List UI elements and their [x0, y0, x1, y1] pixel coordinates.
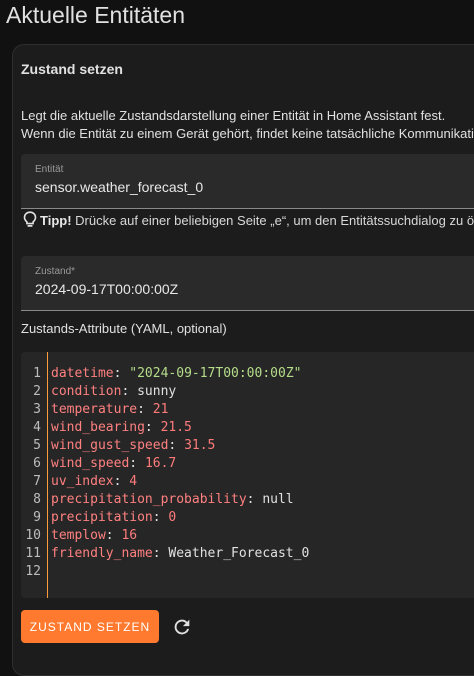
yaml-value: 16	[121, 528, 138, 543]
line-number: 5	[33, 438, 41, 453]
attributes-label: Zustands-Attribute (YAML, optional)	[21, 321, 227, 336]
line-number: 4	[33, 420, 41, 435]
code-line: wind_bearing: 21.5	[51, 420, 192, 435]
code-line: templow: 16	[51, 528, 138, 543]
line-number: 6	[33, 456, 41, 471]
yaml-value: 21	[152, 402, 169, 417]
tip-text: Drücke auf einer beliebigen Seite „e“, u…	[71, 213, 474, 228]
code-line: condition: sunny	[51, 384, 177, 399]
card-title: Zustand setzen	[21, 61, 123, 77]
yaml-key: precipitation	[51, 510, 153, 525]
code-line: wind_speed: 16.7	[51, 456, 177, 471]
line-number: 12	[25, 564, 41, 579]
line-number: 9	[33, 510, 41, 525]
code-line: friendly_name: Weather_Forecast_0	[51, 546, 310, 561]
yaml-editor[interactable]: 1 datetime: "2024-09-17T00:00:00Z" 2 condit…	[21, 352, 474, 598]
description-line-2: Wenn die Entität zu einem Gerät gehört, …	[21, 126, 474, 141]
code-line: datetime: "2024-09-17T00:00:00Z"	[51, 366, 302, 381]
tip-hint: Tipp! Drücke auf einer beliebigen Seite …	[23, 211, 474, 231]
yaml-key: templow	[51, 528, 106, 543]
yaml-key: wind_speed	[51, 456, 130, 471]
code-line: temperature: 21	[51, 402, 169, 417]
state-field-label: Zustand*	[35, 266, 76, 277]
yaml-value: 16.7	[144, 456, 177, 471]
line-number: 11	[25, 546, 41, 561]
entity-field[interactable]: Entität sensor.weather_forecast_0	[21, 154, 474, 209]
yaml-value: 4	[129, 474, 138, 489]
yaml-key: precipitation_probability	[51, 492, 247, 507]
line-number: 3	[33, 402, 41, 417]
set-state-button[interactable]: ZUSTAND SETZEN	[21, 610, 159, 643]
state-field[interactable]: Zustand* 2024-09-17T00:00:00Z	[21, 256, 474, 311]
card-description: Legt die aktuelle Zustandsdarstellung ei…	[21, 107, 474, 143]
yaml-key: wind_bearing	[51, 420, 145, 435]
lightbulb-icon	[23, 211, 37, 231]
code-line: precipitation_probability: null	[51, 492, 294, 507]
code-line: wind_gust_speed: 31.5	[51, 438, 216, 453]
entity-field-label: Entität	[35, 164, 64, 175]
yaml-key: temperature	[51, 402, 138, 417]
yaml-key: friendly_name	[51, 546, 153, 561]
description-line-1: Legt die aktuelle Zustandsdarstellung ei…	[21, 108, 446, 123]
page-title: Aktuelle Entitäten	[6, 2, 186, 28]
code-line: precipitation: 0	[51, 510, 177, 525]
tip-bold: Tipp!	[40, 213, 72, 228]
yaml-value: sunny	[137, 384, 177, 399]
yaml-key: uv_index	[51, 474, 114, 489]
yaml-value: Weather_Forecast_0	[168, 546, 310, 561]
line-number: 8	[33, 492, 41, 507]
yaml-key: wind_gust_speed	[51, 438, 169, 453]
line-number: 1	[33, 366, 41, 381]
yaml-value: 31.5	[184, 438, 216, 453]
state-field-value[interactable]: 2024-09-17T00:00:00Z	[35, 281, 178, 297]
yaml-value: 0	[168, 510, 177, 525]
refresh-icon[interactable]	[171, 616, 193, 638]
line-number: 2	[33, 384, 41, 399]
yaml-key: datetime	[51, 366, 114, 381]
yaml-value: 21.5	[160, 420, 192, 435]
line-number: 7	[33, 474, 41, 489]
code-line: uv_index: 4	[51, 474, 138, 489]
line-number: 10	[25, 528, 41, 543]
yaml-key: condition	[51, 384, 122, 399]
yaml-value: null	[262, 492, 294, 507]
yaml-value: "2024-09-17T00:00:00Z"	[129, 366, 302, 381]
entity-field-value[interactable]: sensor.weather_forecast_0	[35, 179, 203, 195]
